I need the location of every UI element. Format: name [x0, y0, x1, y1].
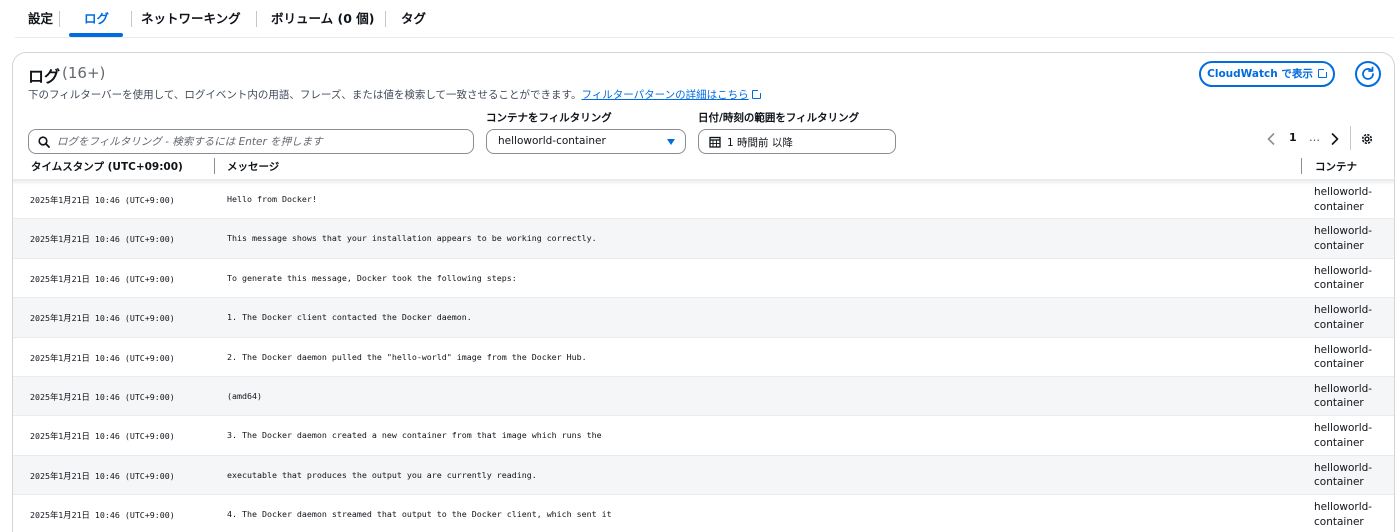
timestamp-cell: 2025年1月21日 10:46 (UTC+9:00)	[30, 510, 175, 521]
description-text: 下のフィルターバーを使用して、ログイベント内の用語、フレーズ、または値を検索して…	[28, 89, 582, 101]
log-search-input[interactable]	[57, 130, 467, 153]
column-resizer[interactable]	[1301, 158, 1302, 174]
container-cell: helloworld-container	[1314, 461, 1373, 489]
container-filter-value: helloworld-container	[498, 135, 606, 147]
search-icon	[38, 136, 50, 148]
table-row[interactable]: 2025年1月21日 10:46 (UTC+9:00) To generate …	[13, 259, 1394, 299]
tab-separator	[131, 11, 132, 27]
column-header-timestamp[interactable]: タイムスタンプ (UTC+09:00)	[31, 159, 183, 174]
column-header-message[interactable]: メッセージ	[227, 159, 279, 174]
caret-down-icon	[667, 139, 675, 145]
tab-separator	[59, 11, 60, 27]
message-cell: 2. The Docker daemon pulled the "hello-w…	[227, 351, 587, 362]
tab-volumes[interactable]: ボリューム (0 個)	[271, 0, 374, 38]
container-cell: helloworld-container	[1314, 304, 1373, 331]
tab-separator	[385, 11, 386, 27]
table-preferences-button[interactable]	[1360, 131, 1376, 147]
message-cell: 4. The Docker daemon streamed that outpu…	[227, 509, 612, 520]
filter-pattern-help-link[interactable]: フィルターパターンの詳細はこちら	[581, 88, 763, 101]
container-cell: helloworld-container	[1314, 382, 1373, 410]
logs-panel: ログ (16+) 下のフィルターバーを使用して、ログイベント内の用語、フレーズ、…	[12, 52, 1395, 532]
timestamp-cell: 2025年1月21日 10:46 (UTC+9:00)	[30, 195, 175, 205]
panel-description: 下のフィルターバーを使用して、ログイベント内の用語、フレーズ、または値を検索して…	[28, 87, 763, 102]
message-cell: (amd64)	[227, 390, 262, 401]
pagination-separator	[1350, 126, 1351, 150]
container-cell: helloworld-container	[1314, 186, 1373, 213]
tab-separator	[256, 11, 257, 27]
calendar-icon	[709, 136, 721, 148]
container-cell: helloworld-container	[1314, 501, 1373, 528]
container-cell: helloworld-container	[1314, 264, 1373, 292]
help-link-label: フィルターパターンの詳細はこちら	[581, 89, 749, 101]
timestamp-cell: 2025年1月21日 10:46 (UTC+9:00)	[30, 313, 175, 324]
message-cell: Hello from Docker!	[227, 194, 317, 204]
table-row[interactable]: 2025年1月21日 10:46 (UTC+9:00) 4. The Docke…	[13, 495, 1394, 532]
refresh-button[interactable]	[1355, 61, 1381, 87]
tab-bar: 設定 ログ ネットワーキング ボリューム (0 個) タグ	[0, 0, 1400, 38]
tab-tags[interactable]: タグ	[401, 0, 426, 38]
container-cell: helloworld-container	[1314, 225, 1373, 252]
timestamp-cell: 2025年1月21日 10:46 (UTC+9:00)	[30, 273, 175, 284]
next-page-button[interactable]	[1328, 129, 1344, 149]
timestamp-cell: 2025年1月21日 10:46 (UTC+9:00)	[30, 470, 175, 481]
log-count: (16+)	[62, 64, 106, 82]
timestamp-cell: 2025年1月21日 10:46 (UTC+9:00)	[30, 431, 175, 442]
refresh-icon	[1362, 66, 1374, 80]
tab-networking[interactable]: ネットワーキング	[141, 0, 241, 38]
container-filter-label: コンテナをフィルタリング	[486, 112, 612, 124]
panel-title: ログ	[28, 67, 61, 86]
message-cell: executable that produces the output you …	[227, 469, 537, 480]
current-page[interactable]: 1	[1289, 131, 1297, 144]
tab-bar-divider	[15, 37, 1394, 38]
timestamp-cell: 2025年1月21日 10:46 (UTC+9:00)	[30, 352, 175, 363]
timestamp-cell: 2025年1月21日 10:46 (UTC+9:00)	[30, 234, 175, 245]
message-cell: To generate this message, Docker took th…	[227, 272, 517, 283]
table-row[interactable]: 2025年1月21日 10:46 (UTC+9:00) executable t…	[13, 455, 1394, 496]
container-filter-select[interactable]: helloworld-container	[486, 129, 686, 154]
column-header-container[interactable]: コンテナ	[1315, 159, 1357, 174]
message-cell: This message shows that your installatio…	[227, 233, 597, 244]
log-events-table: 2025年1月21日 10:46 (UTC+9:00) Hello from D…	[13, 180, 1394, 532]
cloudwatch-button-label: CloudWatch で表示	[1207, 68, 1313, 80]
chevron-right-icon	[1331, 133, 1339, 145]
previous-page-button[interactable]	[1264, 129, 1280, 149]
column-resizer[interactable]	[214, 158, 215, 174]
table-row[interactable]: 2025年1月21日 10:46 (UTC+9:00) 1. The Docke…	[13, 298, 1394, 338]
table-row[interactable]: 2025年1月21日 10:46 (UTC+9:00) 2. The Docke…	[13, 338, 1394, 377]
container-cell: helloworld-container	[1314, 343, 1373, 371]
container-cell: helloworld-container	[1314, 422, 1373, 449]
gear-icon	[1361, 133, 1373, 145]
timestamp-cell: 2025年1月21日 10:46 (UTC+9:00)	[30, 391, 175, 402]
date-range-filter[interactable]: 1 時間前 以降	[698, 129, 896, 154]
header-scroll-shadow	[13, 180, 1394, 185]
table-row[interactable]: 2025年1月21日 10:46 (UTC+9:00) (amd64) hell…	[13, 376, 1394, 417]
external-link-icon	[1317, 67, 1329, 78]
message-cell: 3. The Docker daemon created a new conta…	[227, 430, 602, 441]
table-row[interactable]: 2025年1月21日 10:46 (UTC+9:00) 3. The Docke…	[13, 416, 1394, 456]
tab-settings[interactable]: 設定	[28, 0, 53, 38]
table-row[interactable]: 2025年1月21日 10:46 (UTC+9:00) Hello from D…	[13, 180, 1394, 220]
pagination-ellipsis: …	[1309, 131, 1320, 144]
table-row[interactable]: 2025年1月21日 10:46 (UTC+9:00) This message…	[13, 219, 1394, 259]
view-in-cloudwatch-button[interactable]: CloudWatch で表示	[1199, 61, 1335, 87]
date-filter-label: 日付/時刻の範囲をフィルタリング	[698, 112, 860, 124]
chevron-left-icon	[1267, 133, 1275, 145]
log-search-box	[28, 129, 474, 154]
date-filter-value: 1 時間前 以降	[727, 137, 793, 149]
external-link-icon	[751, 88, 763, 99]
message-cell: 1. The Docker client contacted the Docke…	[227, 312, 472, 323]
